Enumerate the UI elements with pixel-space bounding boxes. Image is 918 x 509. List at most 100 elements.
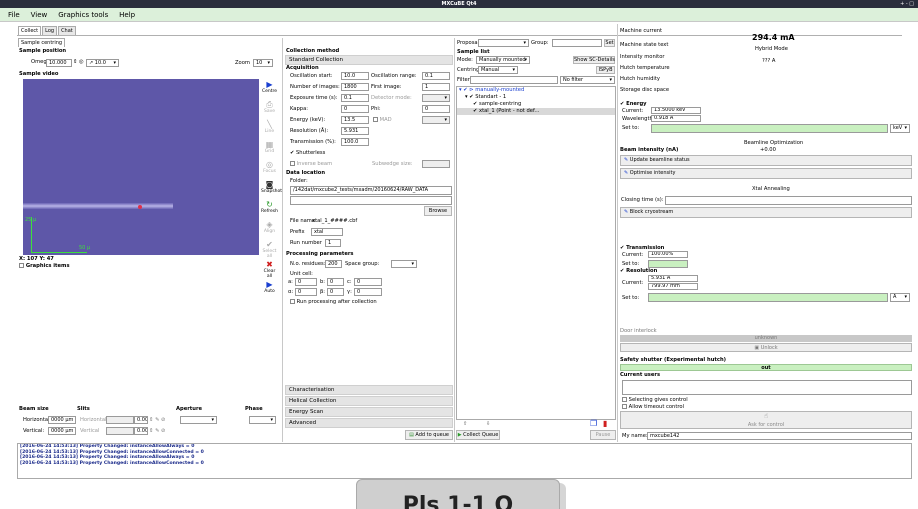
tree-item-manually-mounted[interactable]: ▾ ✔ ⊳ manually-mounted (457, 87, 615, 94)
omega-spinner-icon[interactable]: ⇕ ◎ (73, 59, 84, 66)
save-button[interactable]: ⎙ Save (261, 100, 278, 120)
optimise-intensity-button[interactable]: ✎ Optimise intensity (620, 168, 912, 179)
cell-c-input[interactable]: 0 (354, 278, 382, 286)
selecting-control-toggle[interactable]: Selecting gives control (622, 397, 688, 404)
run-number-input[interactable]: 1 (325, 239, 341, 247)
align-button[interactable]: ◈ Align (261, 220, 278, 240)
nres-input[interactable]: 200 (325, 260, 342, 268)
resolution-unit-combo[interactable]: Å (890, 293, 910, 302)
energy-unit-combo[interactable]: keV (890, 124, 910, 133)
tab-characterisation[interactable]: Characterisation (285, 385, 453, 395)
phase-combo[interactable] (249, 416, 276, 424)
filter-combo[interactable]: No filter (560, 76, 615, 84)
collect-queue-button[interactable]: ▶ Collect Queue (456, 430, 500, 440)
aperture-combo[interactable] (180, 416, 217, 424)
mad-checkbox[interactable] (373, 117, 378, 122)
cell-a-input[interactable]: 0 (295, 278, 317, 286)
energy-input[interactable]: 13.5 (341, 116, 369, 124)
my-name-input[interactable]: mxcube142 (647, 432, 912, 440)
tab-chat[interactable]: Chat (58, 26, 76, 35)
transmission-input[interactable]: 100.0 (341, 138, 369, 146)
focus-button[interactable]: ◎ Focus (261, 160, 278, 180)
omega-input[interactable]: 10.000 (46, 59, 72, 67)
line-button[interactable]: ╲ Line (261, 120, 278, 140)
sample-tree[interactable]: ▾ ✔ ⊳ manually-mounted ▾ ✔ Standart - 1 … (456, 86, 616, 420)
move-up-icon[interactable]: ⇧ (463, 421, 467, 428)
centring-combo[interactable]: Manual (478, 66, 518, 74)
detector-mode-combo[interactable] (422, 94, 450, 102)
ask-control-button[interactable]: ☝ Ask for control (620, 411, 912, 429)
slit-horizontal-pencil-icon[interactable]: ⇕ ✎ ⊘ (149, 417, 165, 424)
subwedge-input[interactable] (422, 160, 450, 168)
tree-item-xtal[interactable]: ✔ xtal_1 (Point - not def... (457, 108, 615, 115)
zoom-combo[interactable]: 10 (253, 59, 273, 67)
pause-button[interactable]: Pause (590, 430, 616, 440)
tab-sample-centring[interactable]: Sample centring (18, 38, 66, 47)
num-images-input[interactable]: 1800 (341, 83, 369, 91)
show-sc-details-button[interactable]: Show SC-Details (573, 56, 615, 64)
mad-toggle[interactable]: MAD (373, 117, 392, 124)
energy-set-input[interactable] (651, 124, 888, 133)
cell-b-input[interactable]: 0 (327, 278, 344, 286)
slit-vertical-input[interactable] (106, 427, 134, 435)
group-input[interactable] (552, 39, 602, 47)
first-image-input[interactable]: 1 (422, 83, 450, 91)
menu-view[interactable]: View (31, 8, 48, 22)
space-group-combo[interactable] (391, 260, 417, 268)
grid-button[interactable]: ▦ Grid (261, 140, 278, 160)
slit-horizontal-input[interactable] (106, 416, 134, 424)
snapshot-button[interactable]: ◙ Snapshot (261, 180, 282, 200)
allow-timeout-toggle[interactable]: Allow timeout control (622, 404, 684, 411)
slit-vertical-step[interactable]: 0.00 (134, 427, 148, 435)
selecting-control-checkbox[interactable] (622, 397, 627, 402)
menu-file[interactable]: File (8, 8, 20, 22)
centre-button[interactable]: ▶ Centre (261, 80, 278, 100)
inverse-beam-checkbox[interactable] (290, 161, 295, 166)
proposal-set-button[interactable]: Set (604, 39, 615, 47)
resolution-input[interactable]: 5.931 (341, 127, 369, 135)
standard-collection-header[interactable]: Standard Collection (285, 55, 453, 65)
shutter-state[interactable]: out (620, 364, 912, 371)
exposure-input[interactable]: 0.1 (341, 94, 369, 102)
refresh-button[interactable]: ↻ Refresh (261, 200, 278, 220)
osc-range-input[interactable]: 0.1 (422, 72, 450, 80)
update-beamline-button[interactable]: ✎ Update beamline status (620, 155, 912, 166)
ispyb-button[interactable]: ISPyB (596, 66, 615, 74)
menu-help[interactable]: Help (119, 8, 135, 22)
graphics-items-checkbox[interactable] (19, 263, 24, 268)
closing-time-input[interactable] (665, 196, 912, 205)
window-controls[interactable]: + - □ (900, 0, 914, 8)
cell-alpha-input[interactable]: 0 (295, 288, 317, 296)
run-processing-toggle[interactable]: Run processing after collection (290, 299, 377, 306)
mode-combo[interactable]: Manually mounted (476, 56, 530, 64)
menu-graphics-tools[interactable]: Graphics tools (58, 8, 108, 22)
proposal-combo[interactable] (478, 39, 529, 47)
prefix-input[interactable]: xtal (311, 228, 343, 236)
mad-energy-combo[interactable] (422, 116, 450, 124)
inverse-beam-toggle[interactable]: Inverse beam (290, 161, 332, 168)
transmission-set-input[interactable] (648, 260, 688, 268)
clear-all-button[interactable]: ✖ Clear all (261, 260, 278, 280)
cell-beta-input[interactable]: 0 (327, 288, 344, 296)
kappa-input[interactable]: 0 (341, 105, 369, 113)
slit-vertical-pencil-icon[interactable]: ⇕ ✎ ⊘ (149, 428, 165, 435)
phi-input[interactable]: 0 (422, 105, 450, 113)
block-cryostream-button[interactable]: ✎ Block cryostream (620, 207, 912, 218)
osc-start-input[interactable]: 10.0 (341, 72, 369, 80)
tab-helical-collection[interactable]: Helical Collection (285, 396, 453, 406)
tab-energy-scan[interactable]: Energy Scan (285, 407, 453, 417)
shutterless-toggle[interactable]: ✔ Shutterless (290, 150, 325, 157)
resolution-set-input[interactable] (648, 293, 888, 302)
graphics-items-toggle[interactable]: Graphics items (19, 263, 70, 270)
run-processing-checkbox[interactable] (290, 299, 295, 304)
browse-button[interactable]: Browse (424, 206, 452, 216)
select-all-button[interactable]: ✔ Select all (261, 240, 278, 260)
sample-video[interactable]: 25 μ 50 μ (23, 79, 259, 255)
add-to-queue-button[interactable]: ▤ Add to queue (405, 430, 453, 440)
allow-timeout-checkbox[interactable] (622, 404, 627, 409)
tree-item-sample-centring[interactable]: ✔ sample-centring (457, 101, 615, 108)
delete-icon[interactable]: ▮ (603, 420, 607, 428)
auto-button[interactable]: ▶ Auto (261, 280, 278, 300)
cell-gamma-input[interactable]: 0 (354, 288, 382, 296)
folder-input[interactable]: /142dat/mxcube2_tests/mxadm/20160624/RAW… (290, 186, 452, 195)
